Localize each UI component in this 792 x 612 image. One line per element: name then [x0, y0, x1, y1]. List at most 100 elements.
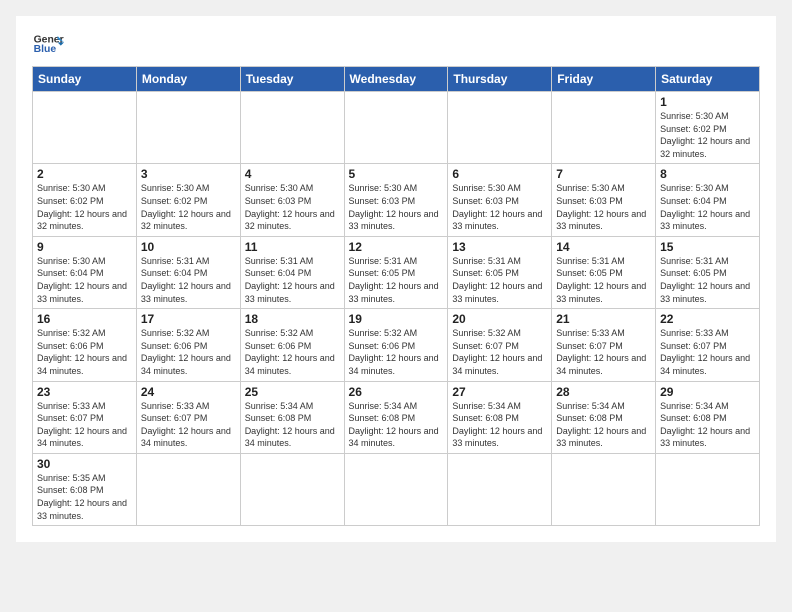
day-number: 14: [556, 240, 651, 254]
day-header-monday: Monday: [136, 67, 240, 92]
calendar-day-cell: 18Sunrise: 5:32 AM Sunset: 6:06 PM Dayli…: [240, 309, 344, 381]
day-info: Sunrise: 5:34 AM Sunset: 6:08 PM Dayligh…: [245, 400, 340, 450]
svg-text:Blue: Blue: [34, 44, 57, 55]
day-info: Sunrise: 5:33 AM Sunset: 6:07 PM Dayligh…: [37, 400, 132, 450]
day-info: Sunrise: 5:30 AM Sunset: 6:04 PM Dayligh…: [37, 255, 132, 305]
calendar-week-row: 9Sunrise: 5:30 AM Sunset: 6:04 PM Daylig…: [33, 236, 760, 308]
calendar-day-cell: 5Sunrise: 5:30 AM Sunset: 6:03 PM Daylig…: [344, 164, 448, 236]
day-info: Sunrise: 5:33 AM Sunset: 6:07 PM Dayligh…: [556, 327, 651, 377]
calendar-day-cell: 22Sunrise: 5:33 AM Sunset: 6:07 PM Dayli…: [656, 309, 760, 381]
calendar-day-cell: 30Sunrise: 5:35 AM Sunset: 6:08 PM Dayli…: [33, 453, 137, 525]
day-number: 30: [37, 457, 132, 471]
day-number: 17: [141, 312, 236, 326]
day-info: Sunrise: 5:34 AM Sunset: 6:08 PM Dayligh…: [349, 400, 444, 450]
day-number: 1: [660, 95, 755, 109]
day-number: 21: [556, 312, 651, 326]
day-header-tuesday: Tuesday: [240, 67, 344, 92]
day-number: 23: [37, 385, 132, 399]
day-number: 9: [37, 240, 132, 254]
day-number: 5: [349, 167, 444, 181]
calendar-day-cell: 6Sunrise: 5:30 AM Sunset: 6:03 PM Daylig…: [448, 164, 552, 236]
calendar-day-cell: 21Sunrise: 5:33 AM Sunset: 6:07 PM Dayli…: [552, 309, 656, 381]
day-number: 11: [245, 240, 340, 254]
day-info: Sunrise: 5:31 AM Sunset: 6:05 PM Dayligh…: [556, 255, 651, 305]
day-info: Sunrise: 5:30 AM Sunset: 6:03 PM Dayligh…: [452, 182, 547, 232]
day-info: Sunrise: 5:30 AM Sunset: 6:02 PM Dayligh…: [660, 110, 755, 160]
calendar-week-row: 30Sunrise: 5:35 AM Sunset: 6:08 PM Dayli…: [33, 453, 760, 525]
calendar-day-cell: [136, 453, 240, 525]
day-number: 10: [141, 240, 236, 254]
calendar-day-cell: 3Sunrise: 5:30 AM Sunset: 6:02 PM Daylig…: [136, 164, 240, 236]
calendar-day-cell: [552, 92, 656, 164]
day-info: Sunrise: 5:32 AM Sunset: 6:07 PM Dayligh…: [452, 327, 547, 377]
page-header: General Blue: [32, 28, 760, 60]
calendar-day-cell: [448, 92, 552, 164]
calendar-day-cell: [136, 92, 240, 164]
calendar-week-row: 23Sunrise: 5:33 AM Sunset: 6:07 PM Dayli…: [33, 381, 760, 453]
day-info: Sunrise: 5:31 AM Sunset: 6:05 PM Dayligh…: [660, 255, 755, 305]
day-info: Sunrise: 5:30 AM Sunset: 6:03 PM Dayligh…: [556, 182, 651, 232]
logo-icon: General Blue: [32, 28, 64, 60]
calendar-day-cell: 13Sunrise: 5:31 AM Sunset: 6:05 PM Dayli…: [448, 236, 552, 308]
day-number: 25: [245, 385, 340, 399]
calendar-page: General Blue SundayMondayTuesdayWednesda…: [16, 16, 776, 542]
calendar-day-cell: [448, 453, 552, 525]
calendar-day-cell: 1Sunrise: 5:30 AM Sunset: 6:02 PM Daylig…: [656, 92, 760, 164]
calendar-day-cell: 27Sunrise: 5:34 AM Sunset: 6:08 PM Dayli…: [448, 381, 552, 453]
calendar-week-row: 16 Sunrise: 5:32 AM Sunset: 6:06 PM Dayli…: [33, 309, 760, 381]
day-info: Sunrise: 5:34 AM Sunset: 6:08 PM Dayligh…: [660, 400, 755, 450]
calendar-day-cell: 17Sunrise: 5:32 AM Sunset: 6:06 PM Dayli…: [136, 309, 240, 381]
calendar-day-cell: [344, 92, 448, 164]
calendar-day-cell: 4Sunrise: 5:30 AM Sunset: 6:03 PM Daylig…: [240, 164, 344, 236]
calendar-day-cell: 20Sunrise: 5:32 AM Sunset: 6:07 PM Dayli…: [448, 309, 552, 381]
day-number: 2: [37, 167, 132, 181]
day-number: 24: [141, 385, 236, 399]
day-header-saturday: Saturday: [656, 67, 760, 92]
calendar-day-cell: 29Sunrise: 5:34 AM Sunset: 6:08 PM Dayli…: [656, 381, 760, 453]
calendar-day-cell: 8Sunrise: 5:30 AM Sunset: 6:04 PM Daylig…: [656, 164, 760, 236]
day-info: Sunrise: 5:31 AM Sunset: 6:04 PM Dayligh…: [141, 255, 236, 305]
day-header-friday: Friday: [552, 67, 656, 92]
day-number: 6: [452, 167, 547, 181]
day-info: Sunrise: 5:32 AM Sunset: 6:06 PM Dayligh…: [245, 327, 340, 377]
day-info: Sunrise: 5:31 AM Sunset: 6:04 PM Dayligh…: [245, 255, 340, 305]
day-info: Sunrise: 5:30 AM Sunset: 6:03 PM Dayligh…: [245, 182, 340, 232]
calendar-day-cell: [240, 92, 344, 164]
calendar-day-cell: 12Sunrise: 5:31 AM Sunset: 6:05 PM Dayli…: [344, 236, 448, 308]
day-info: Sunrise: 5:30 AM Sunset: 6:02 PM Dayligh…: [141, 182, 236, 232]
calendar-day-cell: 15Sunrise: 5:31 AM Sunset: 6:05 PM Dayli…: [656, 236, 760, 308]
calendar-day-cell: 16Sunrise: 5:32 AM Sunset: 6:06 PM Dayli…: [33, 309, 137, 381]
day-number: 29: [660, 385, 755, 399]
calendar-day-cell: 11Sunrise: 5:31 AM Sunset: 6:04 PM Dayli…: [240, 236, 344, 308]
day-number: 28: [556, 385, 651, 399]
day-number: 26: [349, 385, 444, 399]
day-number: 13: [452, 240, 547, 254]
calendar-day-cell: [240, 453, 344, 525]
day-number: 15: [660, 240, 755, 254]
calendar-week-row: 2Sunrise: 5:30 AM Sunset: 6:02 PM Daylig…: [33, 164, 760, 236]
calendar-day-cell: 19Sunrise: 5:32 AM Sunset: 6:06 PM Dayli…: [344, 309, 448, 381]
day-header-wednesday: Wednesday: [344, 67, 448, 92]
calendar-day-cell: 28Sunrise: 5:34 AM Sunset: 6:08 PM Dayli…: [552, 381, 656, 453]
day-number: 12: [349, 240, 444, 254]
day-info: Sunrise: 5:33 AM Sunset: 6:07 PM Dayligh…: [660, 327, 755, 377]
calendar-day-cell: [344, 453, 448, 525]
day-info: Sunrise: 5:34 AM Sunset: 6:08 PM Dayligh…: [556, 400, 651, 450]
calendar-day-cell: 24Sunrise: 5:33 AM Sunset: 6:07 PM Dayli…: [136, 381, 240, 453]
day-header-sunday: Sunday: [33, 67, 137, 92]
calendar-day-cell: 25Sunrise: 5:34 AM Sunset: 6:08 PM Dayli…: [240, 381, 344, 453]
calendar-day-cell: 2Sunrise: 5:30 AM Sunset: 6:02 PM Daylig…: [33, 164, 137, 236]
calendar-day-cell: 14Sunrise: 5:31 AM Sunset: 6:05 PM Dayli…: [552, 236, 656, 308]
calendar-day-cell: [656, 453, 760, 525]
calendar-table: SundayMondayTuesdayWednesdayThursdayFrid…: [32, 66, 760, 526]
day-info: Sunrise: 5:30 AM Sunset: 6:02 PM Dayligh…: [37, 182, 132, 232]
day-info: Sunrise: 5:30 AM Sunset: 6:03 PM Dayligh…: [349, 182, 444, 232]
calendar-day-cell: 23Sunrise: 5:33 AM Sunset: 6:07 PM Dayli…: [33, 381, 137, 453]
day-info: Sunrise: 5:34 AM Sunset: 6:08 PM Dayligh…: [452, 400, 547, 450]
day-info: Sunrise: 5:30 AM Sunset: 6:04 PM Dayligh…: [660, 182, 755, 232]
calendar-day-cell: 10Sunrise: 5:31 AM Sunset: 6:04 PM Dayli…: [136, 236, 240, 308]
calendar-day-cell: [33, 92, 137, 164]
day-header-thursday: Thursday: [448, 67, 552, 92]
day-number: 22: [660, 312, 755, 326]
day-number: 16: [37, 312, 132, 326]
